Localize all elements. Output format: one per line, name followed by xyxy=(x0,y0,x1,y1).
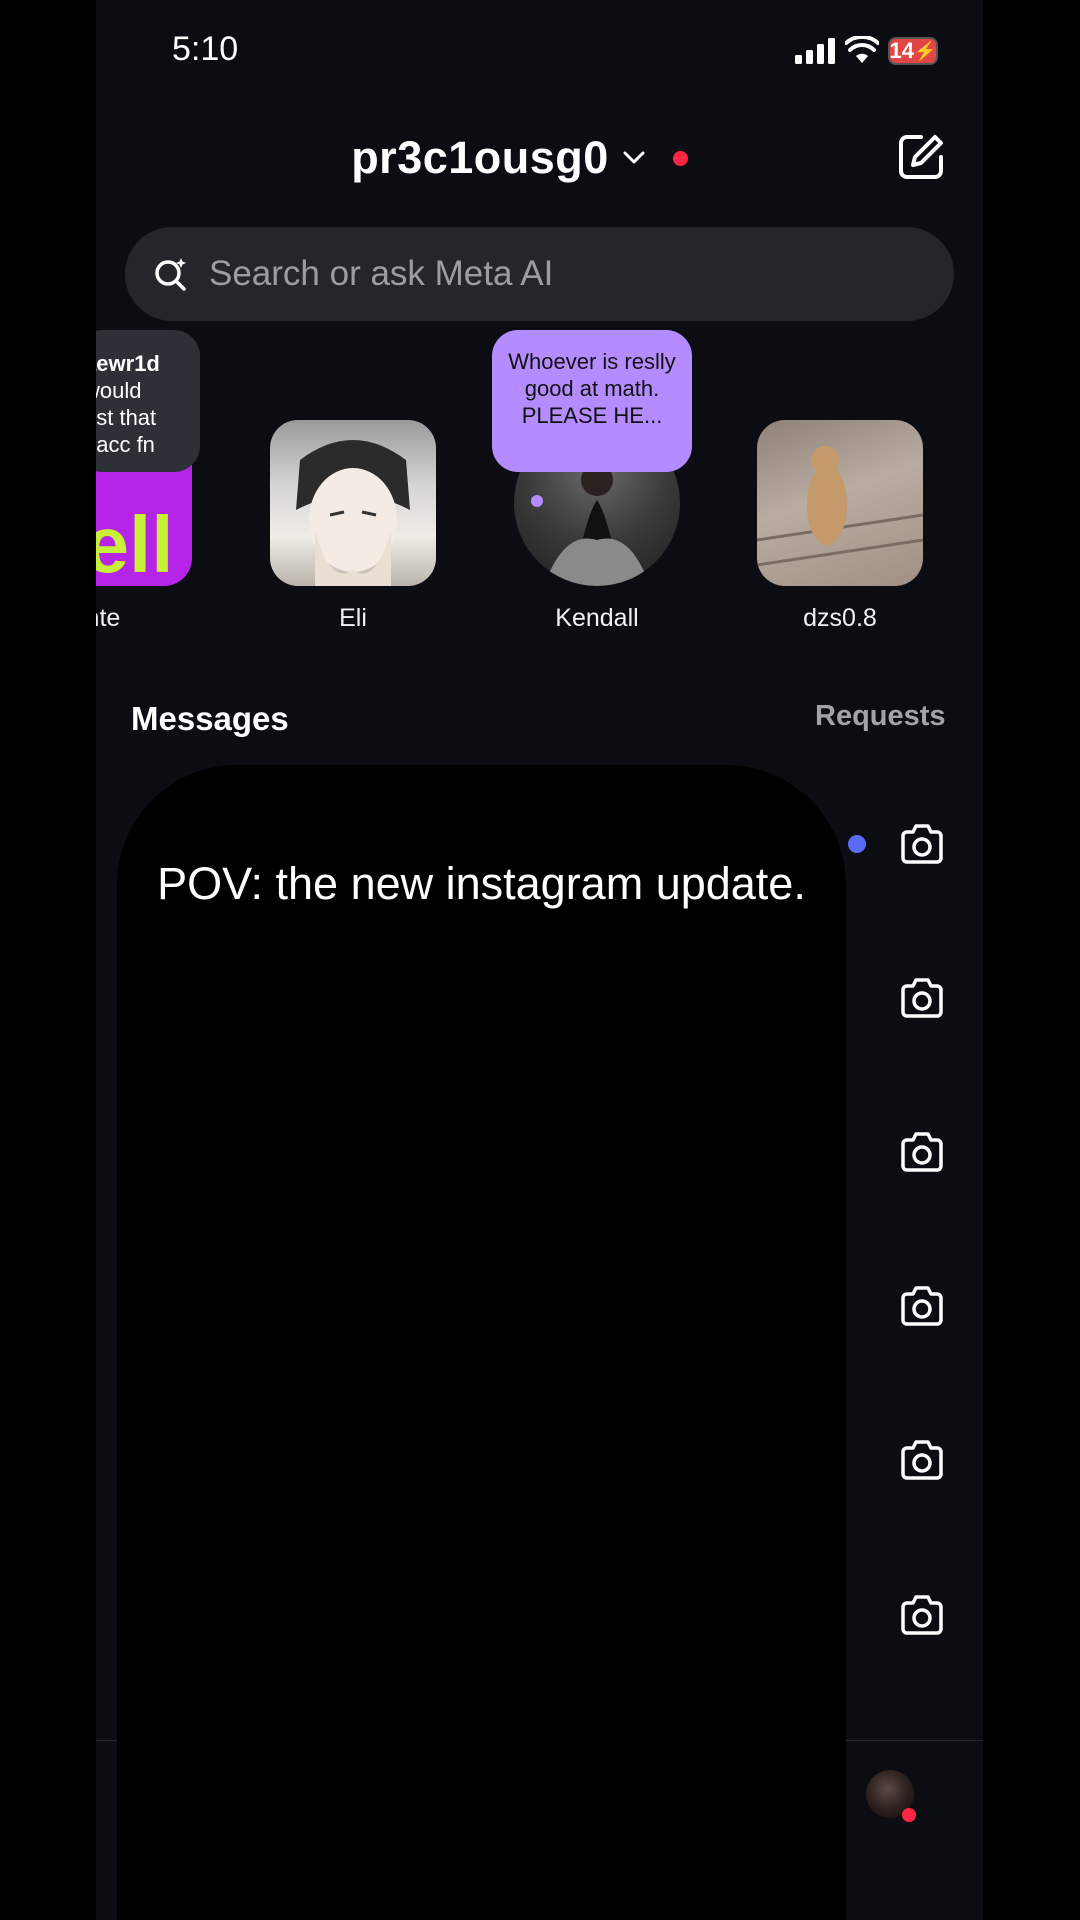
charging-bolt-icon: ⚡ xyxy=(914,40,937,61)
note-line: ost that xyxy=(96,405,157,430)
camera-icon[interactable] xyxy=(899,1593,945,1637)
story-thumbnail xyxy=(270,420,436,586)
animal-photo-image xyxy=(757,446,923,567)
camera-icon[interactable] xyxy=(899,1130,945,1174)
story-dzs08[interactable] xyxy=(757,420,923,586)
camera-icon[interactable] xyxy=(899,822,945,866)
camera-icon[interactable] xyxy=(899,1438,945,1482)
anime-avatar-image xyxy=(296,440,410,586)
story-thumbnail xyxy=(757,420,923,586)
wifi-icon xyxy=(845,36,879,63)
note-line: / acc fn xyxy=(96,432,155,457)
notification-dot xyxy=(902,1808,916,1822)
account-username: pr3c1ousg0 xyxy=(351,132,609,183)
cellular-signal-icon xyxy=(795,38,835,64)
unread-indicator xyxy=(848,835,866,853)
camera-icon[interactable] xyxy=(899,976,945,1020)
app-screen: 5:10 14 ⚡ pr3c1ousg0 Search or ask Meta … xyxy=(96,0,983,1920)
overlay-caption: POV: the new instagram update. xyxy=(157,858,806,909)
story-eli[interactable] xyxy=(270,420,436,586)
chevron-down-icon xyxy=(623,151,645,164)
note-bubble-ante[interactable]: aewr1d would ost that / acc fn xyxy=(96,330,200,472)
note-bubble-tail xyxy=(531,495,543,507)
story-name-label: Kendall xyxy=(555,604,639,632)
note-line: aewr1d xyxy=(96,351,160,376)
story-thumbnail-text: ell xyxy=(96,500,174,586)
messages-heading: Messages xyxy=(131,700,289,737)
battery-level: 14 xyxy=(889,38,915,63)
story-name-label: ante xyxy=(96,604,121,632)
meta-ai-search-icon xyxy=(155,258,186,291)
account-switcher[interactable]: pr3c1ousg0 xyxy=(96,132,983,184)
note-line: would xyxy=(96,378,142,403)
video-overlay-card xyxy=(117,765,846,1920)
compose-message-icon[interactable] xyxy=(897,133,945,181)
requests-link[interactable]: Requests xyxy=(815,700,946,733)
notification-dot xyxy=(672,150,688,166)
camera-icon[interactable] xyxy=(899,1284,945,1328)
status-time: 5:10 xyxy=(172,30,239,68)
search-input[interactable] xyxy=(207,253,911,295)
story-name-label: Eli xyxy=(339,604,367,632)
story-name-label: dzs0.8 xyxy=(803,604,877,632)
battery-indicator: 14 ⚡ xyxy=(888,37,938,65)
note-bubble-kendall[interactable]: Whoever is reslly good at math. PLEASE H… xyxy=(492,330,692,472)
search-bar[interactable] xyxy=(125,227,954,321)
